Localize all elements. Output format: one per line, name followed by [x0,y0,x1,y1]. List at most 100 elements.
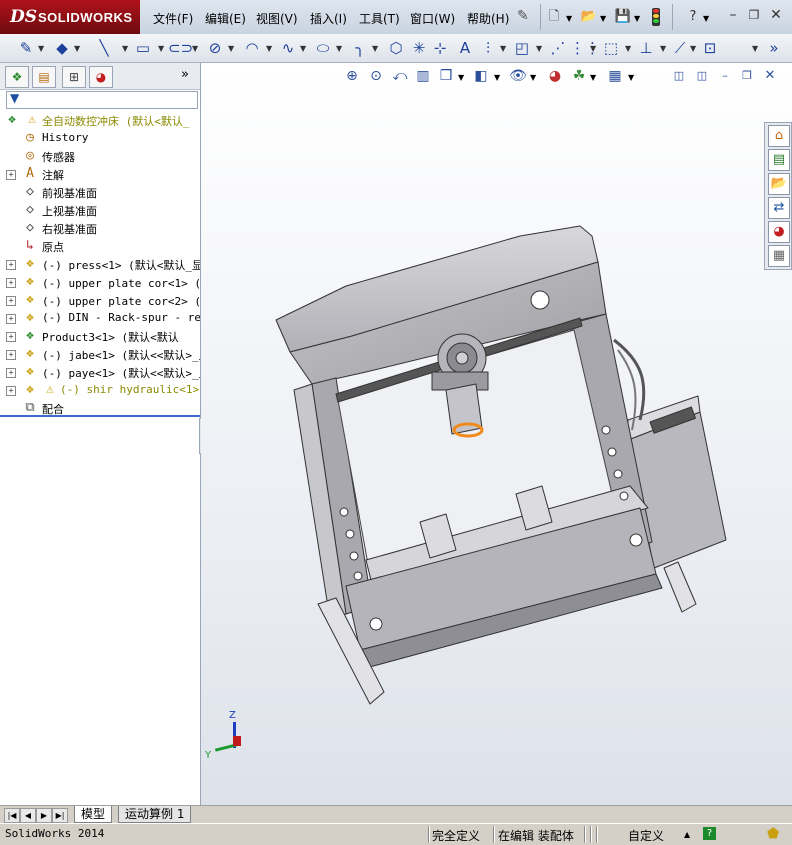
menu-item-4[interactable]: 工具(T) [359,10,400,27]
slot-icon[interactable]: ⊂⊃ [168,38,193,58]
toolbar-dropdown-icon[interactable]: ▼ [158,44,164,53]
tab-model[interactable]: 模型 [74,806,113,823]
display-relations-icon[interactable]: ⊥ [636,38,656,58]
status-units[interactable]: 自定义 [628,827,664,844]
toolbar-dropdown-icon[interactable]: ▼ [336,44,342,53]
file-explorer-icon[interactable]: 📂 [768,173,790,195]
point-icon[interactable]: ✳ [409,38,429,58]
expand-toggle-icon[interactable]: + [6,350,16,360]
ellipse-icon[interactable]: ⬭ [313,38,333,58]
rollback-bar[interactable] [0,415,200,417]
convert-entities-icon[interactable]: ◰ [512,38,532,58]
prev-tab-button[interactable]: ◀ [20,808,36,823]
more-tools-chevron-icon[interactable]: » [764,38,784,58]
toolbar-dropdown-icon[interactable]: ▼ [74,44,80,53]
rebuild-traffic-light-icon[interactable] [652,8,660,26]
fillet-icon[interactable]: ╮ [350,38,370,58]
arc-icon[interactable]: ◠ [242,38,262,58]
display-manager-tab[interactable]: ◕ [89,66,113,88]
property-manager-tab[interactable]: ▤ [32,66,56,88]
toolbar-dropdown-icon[interactable]: ▼ [625,44,631,53]
help-dropdown-icon[interactable]: ▼ [703,14,709,23]
open-dropdown-icon[interactable]: ▼ [600,14,606,23]
rebuild-tag-icon[interactable]: ⬟ [767,826,779,842]
filter-funnel-icon[interactable]: ▼ [10,91,19,105]
configuration-manager-tab[interactable]: ⊞ [62,66,86,88]
smart-dimension-icon[interactable]: ◆ [52,38,72,58]
expand-toggle-icon[interactable]: + [6,386,16,396]
next-tab-button[interactable]: ▶ [36,808,52,823]
appearances-scenes-icon[interactable]: ◕ [768,221,790,243]
expand-toggle-icon[interactable]: + [6,332,16,342]
trim-icon[interactable]: ⫶ [478,38,498,58]
spline-icon[interactable]: ∿ [278,38,298,58]
quick-tips-help-icon[interactable]: ? [703,827,716,840]
help-icon[interactable]: ? [684,8,702,26]
toolbar-dropdown-icon[interactable]: ▼ [192,44,198,53]
linear-pattern-icon[interactable]: ⋮⋮ [570,38,600,58]
toolbar-dropdown-icon[interactable]: ▼ [690,44,696,53]
pin-icon[interactable]: ✎ [517,8,529,24]
menu-item-3[interactable]: 插入(I) [310,10,347,27]
tree-item[interactable]: ◇ 右视基准面 [0,219,200,237]
tab-motion-study[interactable]: 运动算例 1 [118,806,192,823]
line-icon[interactable]: ╲ [94,38,114,58]
menu-item-5[interactable]: 窗口(W) [410,10,455,27]
tree-item[interactable]: ↳ 原点 [0,237,200,255]
move-entities-icon[interactable]: ⬚ [601,38,621,58]
tree-item[interactable]: + A 注解 [0,165,200,183]
toolbar-dropdown-icon[interactable]: ▼ [500,44,506,53]
expand-toggle-icon[interactable]: + [6,170,16,180]
last-tab-button[interactable]: ▶| [52,808,68,823]
close-window-icon[interactable]: ✕ [767,6,785,24]
expand-toggle-icon[interactable]: + [6,278,16,288]
repair-sketch-icon[interactable]: ⟋ [670,38,690,58]
design-library-icon[interactable]: ▤ [768,149,790,171]
tree-item[interactable]: + ❖ ⚠ (-) shir hydraulic<1> ( [0,381,200,399]
menu-item-0[interactable]: 文件(F) [153,10,193,27]
expand-toggle-icon[interactable]: + [6,296,16,306]
tree-item[interactable]: ◎ 传感器 [0,147,200,165]
tree-item[interactable]: + ❖ (-) jabe<1> (默认<<默认>_显 [0,345,200,363]
new-dropdown-icon[interactable]: ▼ [566,14,572,23]
tree-item[interactable]: + ❖ (-) press<1> (默认<默认_显 [0,255,200,273]
solidworks-resources-icon[interactable]: ⌂ [768,125,790,147]
polygon-icon[interactable]: ⬡ [386,38,406,58]
tree-item[interactable]: + ❖ (-) upper plate cor<2> (默 [0,291,200,309]
menu-item-1[interactable]: 编辑(E) [205,10,246,27]
view-palette-icon[interactable]: ⇄ [768,197,790,219]
tree-item[interactable]: + ❖ (-) DIN - Rack-spur - rect [0,309,200,327]
restore-window-icon[interactable]: ❐ [745,6,763,24]
tree-item[interactable]: ❖ ⚠ 全自动数控冲床 (默认<默认_ [0,111,200,129]
offset-entities-icon[interactable]: ⋰ [548,38,568,58]
menu-item-2[interactable]: 视图(V) [256,10,298,27]
toolbar-dropdown-icon[interactable]: ▼ [752,44,758,53]
sketch-icon[interactable]: ✎ [16,38,36,58]
menu-item-6[interactable]: 帮助(H) [467,10,509,27]
tree-item[interactable]: + ❖ Product3<1> (默认<默认 [0,327,200,345]
toolbar-dropdown-icon[interactable]: ▼ [660,44,666,53]
toolbar-dropdown-icon[interactable]: ▼ [300,44,306,53]
tree-item[interactable]: + ❖ (-) upper plate cor<1> (默 [0,273,200,291]
units-dropdown-icon[interactable]: ▲ [684,830,690,839]
tree-item[interactable]: ◷ History [0,129,200,147]
toolbar-dropdown-icon[interactable]: ▼ [38,44,44,53]
tree-item[interactable]: ◇ 前视基准面 [0,183,200,201]
expand-toggle-icon[interactable]: + [6,260,16,270]
toolbar-dropdown-icon[interactable]: ▼ [536,44,542,53]
minimize-window-icon[interactable]: – [724,6,742,24]
open-folder-icon[interactable]: 📂 [580,8,598,26]
new-document-icon[interactable]: 🗋 [545,8,563,26]
first-tab-button[interactable]: |◀ [4,808,20,823]
expand-toggle-icon[interactable]: + [6,314,16,324]
save-dropdown-icon[interactable]: ▼ [634,14,640,23]
toolbar-dropdown-icon[interactable]: ▼ [372,44,378,53]
rectangle-icon[interactable]: ▭ [133,38,153,58]
tree-item[interactable]: ◇ 上视基准面 [0,201,200,219]
text-icon[interactable]: A [455,38,475,58]
feature-manager-tab[interactable]: ❖ [5,66,29,88]
toolbar-dropdown-icon[interactable]: ▼ [122,44,128,53]
tree-item[interactable]: + ❖ (-) paye<1> (默认<<默认>_显 [0,363,200,381]
toolbar-dropdown-icon[interactable]: ▼ [590,44,596,53]
toolbar-dropdown-icon[interactable]: ▼ [266,44,272,53]
